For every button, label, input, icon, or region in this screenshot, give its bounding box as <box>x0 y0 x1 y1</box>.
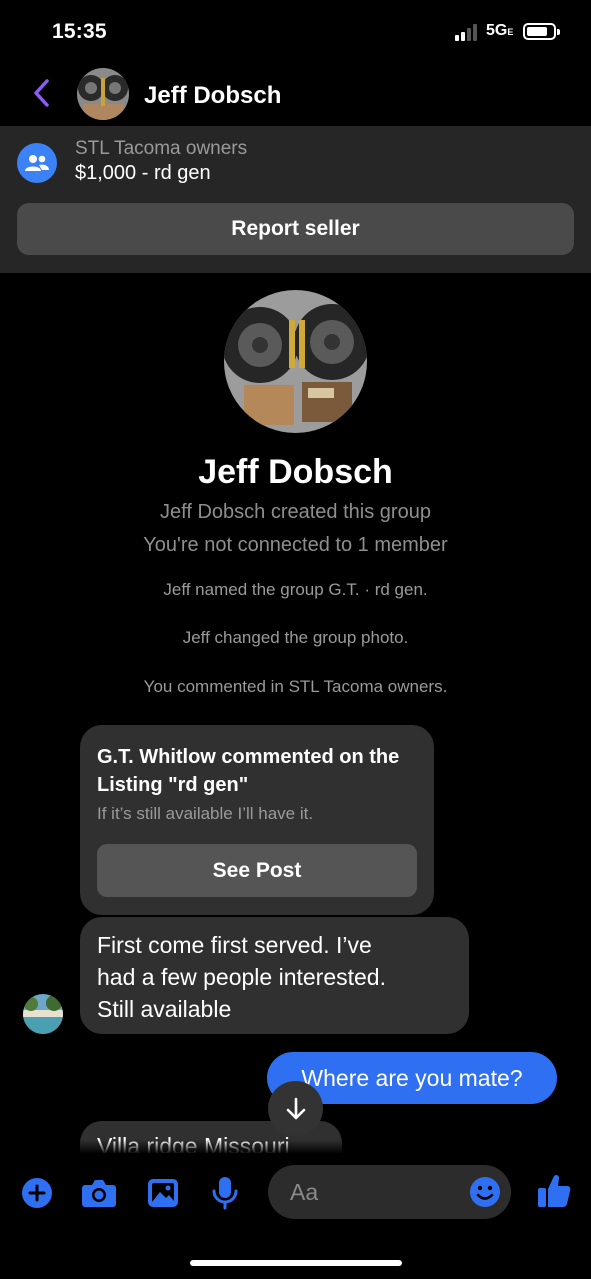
camera-icon <box>82 1180 116 1207</box>
contact-avatar[interactable] <box>77 68 129 120</box>
plus-button[interactable] <box>19 1175 55 1211</box>
see-post-button[interactable]: See Post <box>97 844 417 897</box>
back-chevron-icon[interactable] <box>30 78 54 108</box>
conversation-header: Jeff Dobsch <box>0 62 591 126</box>
arrow-down-icon <box>286 1097 305 1119</box>
comment-card: G.T. Whitlow commented on the Listing "r… <box>80 725 434 915</box>
signal-icon <box>455 24 481 41</box>
message-input-container[interactable] <box>268 1165 511 1219</box>
message-line: First come first served. I’ve <box>97 932 372 958</box>
event-group-named: Jeff named the group G.T. · rd gen. <box>163 580 428 599</box>
status-bar: 15:35 5GE <box>0 0 591 62</box>
contact-name[interactable]: Jeff Dobsch <box>144 82 281 110</box>
plus-icon <box>22 1178 52 1208</box>
message-line: Still available <box>97 996 232 1022</box>
gallery-button[interactable] <box>145 1175 181 1211</box>
camera-button[interactable] <box>81 1175 117 1211</box>
comment-text: If it’s still available I’ll have it. <box>97 804 314 823</box>
network-indicator: 5GE <box>486 22 514 39</box>
group-created-text: Jeff Dobsch created this group <box>160 501 431 523</box>
home-indicator[interactable] <box>190 1260 402 1266</box>
listing-banner: STL Tacoma owners $1,000 - rd gen Report… <box>0 126 591 273</box>
microphone-button[interactable] <box>207 1175 243 1211</box>
scroll-down-button[interactable] <box>268 1081 323 1136</box>
listing-title[interactable]: $1,000 - rd gen <box>75 162 211 185</box>
connection-text: You're not connected to 1 member <box>143 534 448 556</box>
listing-group-name[interactable]: STL Tacoma owners <box>75 138 247 160</box>
status-time: 15:35 <box>52 20 107 43</box>
event-commented: You commented in STL Tacoma owners. <box>143 677 448 696</box>
group-photo <box>224 290 367 433</box>
group-icon <box>17 143 57 183</box>
battery-icon <box>523 23 556 40</box>
message-line: had a few people interested. <box>97 964 386 990</box>
microphone-icon <box>212 1177 238 1210</box>
thumbs-up-icon <box>538 1174 571 1207</box>
event-photo-changed: Jeff changed the group photo. <box>182 628 409 647</box>
comment-title: G.T. Whitlow commented on the Listing "r… <box>97 746 400 796</box>
message-input[interactable] <box>290 1177 460 1207</box>
report-seller-button[interactable]: Report seller <box>17 203 574 255</box>
sender-avatar[interactable] <box>23 994 63 1034</box>
image-icon <box>148 1179 178 1207</box>
message-incoming[interactable]: First come first served. I’ve had a few … <box>80 917 469 1034</box>
profile-name: Jeff Dobsch <box>198 453 393 491</box>
emoji-icon[interactable] <box>469 1176 501 1208</box>
like-button[interactable] <box>536 1173 572 1209</box>
